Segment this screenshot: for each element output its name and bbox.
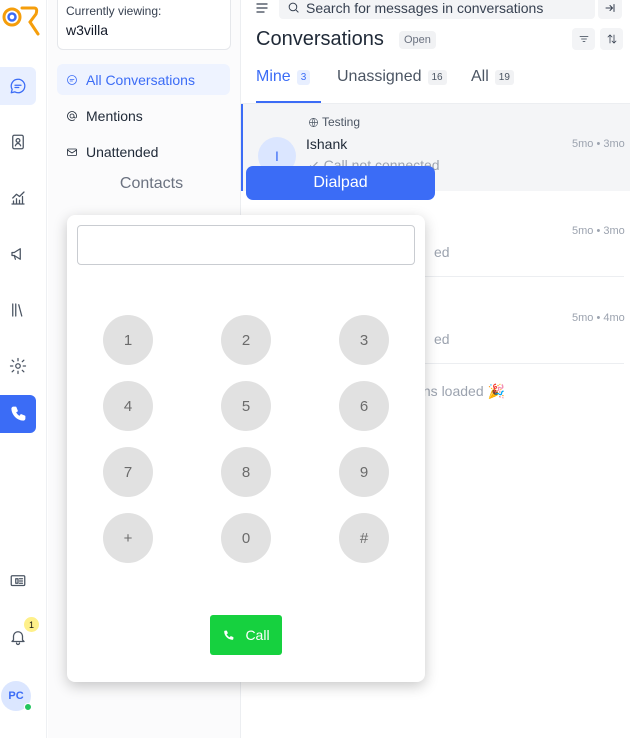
- rail-phone-button[interactable]: [0, 395, 36, 433]
- bell-icon: [11, 631, 25, 646]
- sidebar-item-all-conversations[interactable]: All Conversations: [57, 64, 230, 95]
- rail-library-button[interactable]: [0, 291, 36, 329]
- chat-icon: [67, 74, 77, 85]
- search-icon: [288, 2, 299, 13]
- gear-icon: [9, 357, 27, 375]
- chat-icon: [10, 78, 26, 94]
- icon-rail: 1 PC: [0, 0, 47, 738]
- rail-settings-button[interactable]: [0, 347, 36, 385]
- conversation-timestamp: 5mo • 4mo: [572, 312, 625, 324]
- tab-count: 19: [494, 69, 514, 85]
- dial-key-7[interactable]: 7: [103, 447, 153, 497]
- rail-conversations-button[interactable]: [0, 67, 36, 105]
- inbox-label: Testing: [308, 115, 360, 129]
- contacts-icon: [12, 134, 24, 150]
- sidebar-item-label: All Conversations: [86, 71, 195, 88]
- dial-key-9[interactable]: 9: [339, 447, 389, 497]
- at-icon: [67, 110, 77, 121]
- dial-key-hash[interactable]: #: [339, 513, 389, 563]
- search-placeholder: Search for messages in conversations: [306, 0, 544, 16]
- tab-count: 16: [427, 69, 447, 85]
- last-message-preview: ed: [434, 244, 450, 260]
- dial-key-5[interactable]: 5: [221, 381, 271, 431]
- conversation-timestamp: 5mo • 3mo: [572, 138, 625, 150]
- viewing-account-card[interactable]: Currently viewing: w3villa: [57, 0, 231, 50]
- call-button[interactable]: Call: [210, 615, 282, 655]
- reports-icon: [11, 191, 25, 205]
- tab-unassigned[interactable]: Unassigned 16: [337, 68, 447, 86]
- tab-mine[interactable]: Mine 3: [256, 68, 311, 86]
- dial-key-0[interactable]: 0: [221, 513, 271, 563]
- inbox-name: Testing: [322, 115, 361, 129]
- megaphone-icon: [11, 248, 21, 260]
- viewing-label: Currently viewing:: [66, 4, 162, 18]
- contact-name: Ishank: [306, 136, 348, 152]
- dial-key-1[interactable]: 1: [103, 315, 153, 365]
- rail-contacts-button[interactable]: [0, 123, 36, 161]
- app-logo[interactable]: [0, 0, 40, 38]
- dial-key-8[interactable]: 8: [221, 447, 271, 497]
- dial-key-3[interactable]: 3: [339, 315, 389, 365]
- dial-key-6[interactable]: 6: [339, 381, 389, 431]
- search-input[interactable]: Search for messages in conversations: [279, 0, 595, 19]
- menu-icon[interactable]: [256, 1, 268, 15]
- sort-icon: [607, 34, 616, 44]
- tab-label: Unassigned: [337, 68, 422, 85]
- dial-key-4[interactable]: 4: [103, 381, 153, 431]
- rail-reports-button[interactable]: [0, 179, 36, 217]
- dialpad-panel: 1 2 3 4 5 6 7 8 9 + 0 # Call: [67, 215, 425, 682]
- phone-icon: [224, 630, 234, 640]
- notification-count-badge: 1: [24, 617, 39, 632]
- page-title: Conversations: [256, 28, 384, 50]
- dial-key-2[interactable]: 2: [221, 315, 271, 365]
- arrow-to-right-icon: [605, 3, 615, 12]
- tab-all[interactable]: All 19: [471, 68, 514, 86]
- phone-icon: [11, 406, 26, 421]
- sidebar-item-label: Unattended: [86, 143, 159, 160]
- rail-dashboard-button[interactable]: [0, 562, 36, 600]
- sidebar-item-unattended[interactable]: Unattended: [57, 136, 230, 167]
- call-button-label: Call: [245, 627, 270, 643]
- status-filter-badge[interactable]: Open: [399, 31, 436, 49]
- tab-label: Mine: [256, 68, 291, 85]
- phone-tab-dialpad[interactable]: Dialpad: [246, 166, 435, 200]
- last-message-preview: ed: [434, 331, 450, 347]
- mail-icon: [67, 148, 77, 156]
- filter-icon: [579, 36, 588, 42]
- filter-button[interactable]: [572, 28, 595, 50]
- library-icon: [12, 303, 23, 317]
- dashboard-icon: [10, 575, 26, 587]
- viewing-account-name: w3villa: [66, 22, 109, 38]
- dial-key-plus[interactable]: +: [103, 513, 153, 563]
- rail-campaigns-button[interactable]: [0, 235, 36, 273]
- sidebar-item-label: Mentions: [86, 107, 143, 124]
- tab-count: 3: [296, 69, 311, 85]
- tab-label: All: [471, 68, 489, 85]
- sort-button[interactable]: [600, 28, 623, 50]
- phone-tab-contacts[interactable]: Contacts: [57, 167, 246, 200]
- globe-icon: [309, 117, 318, 127]
- sidebar-item-mentions[interactable]: Mentions: [57, 100, 230, 131]
- phone-number-input[interactable]: [77, 225, 415, 265]
- conversation-timestamp: 5mo • 3mo: [572, 225, 625, 237]
- all-conversations-loaded-text: ions loaded 🎉: [412, 383, 505, 399]
- collapse-panel-button[interactable]: [598, 0, 622, 19]
- online-status-dot: [24, 703, 32, 711]
